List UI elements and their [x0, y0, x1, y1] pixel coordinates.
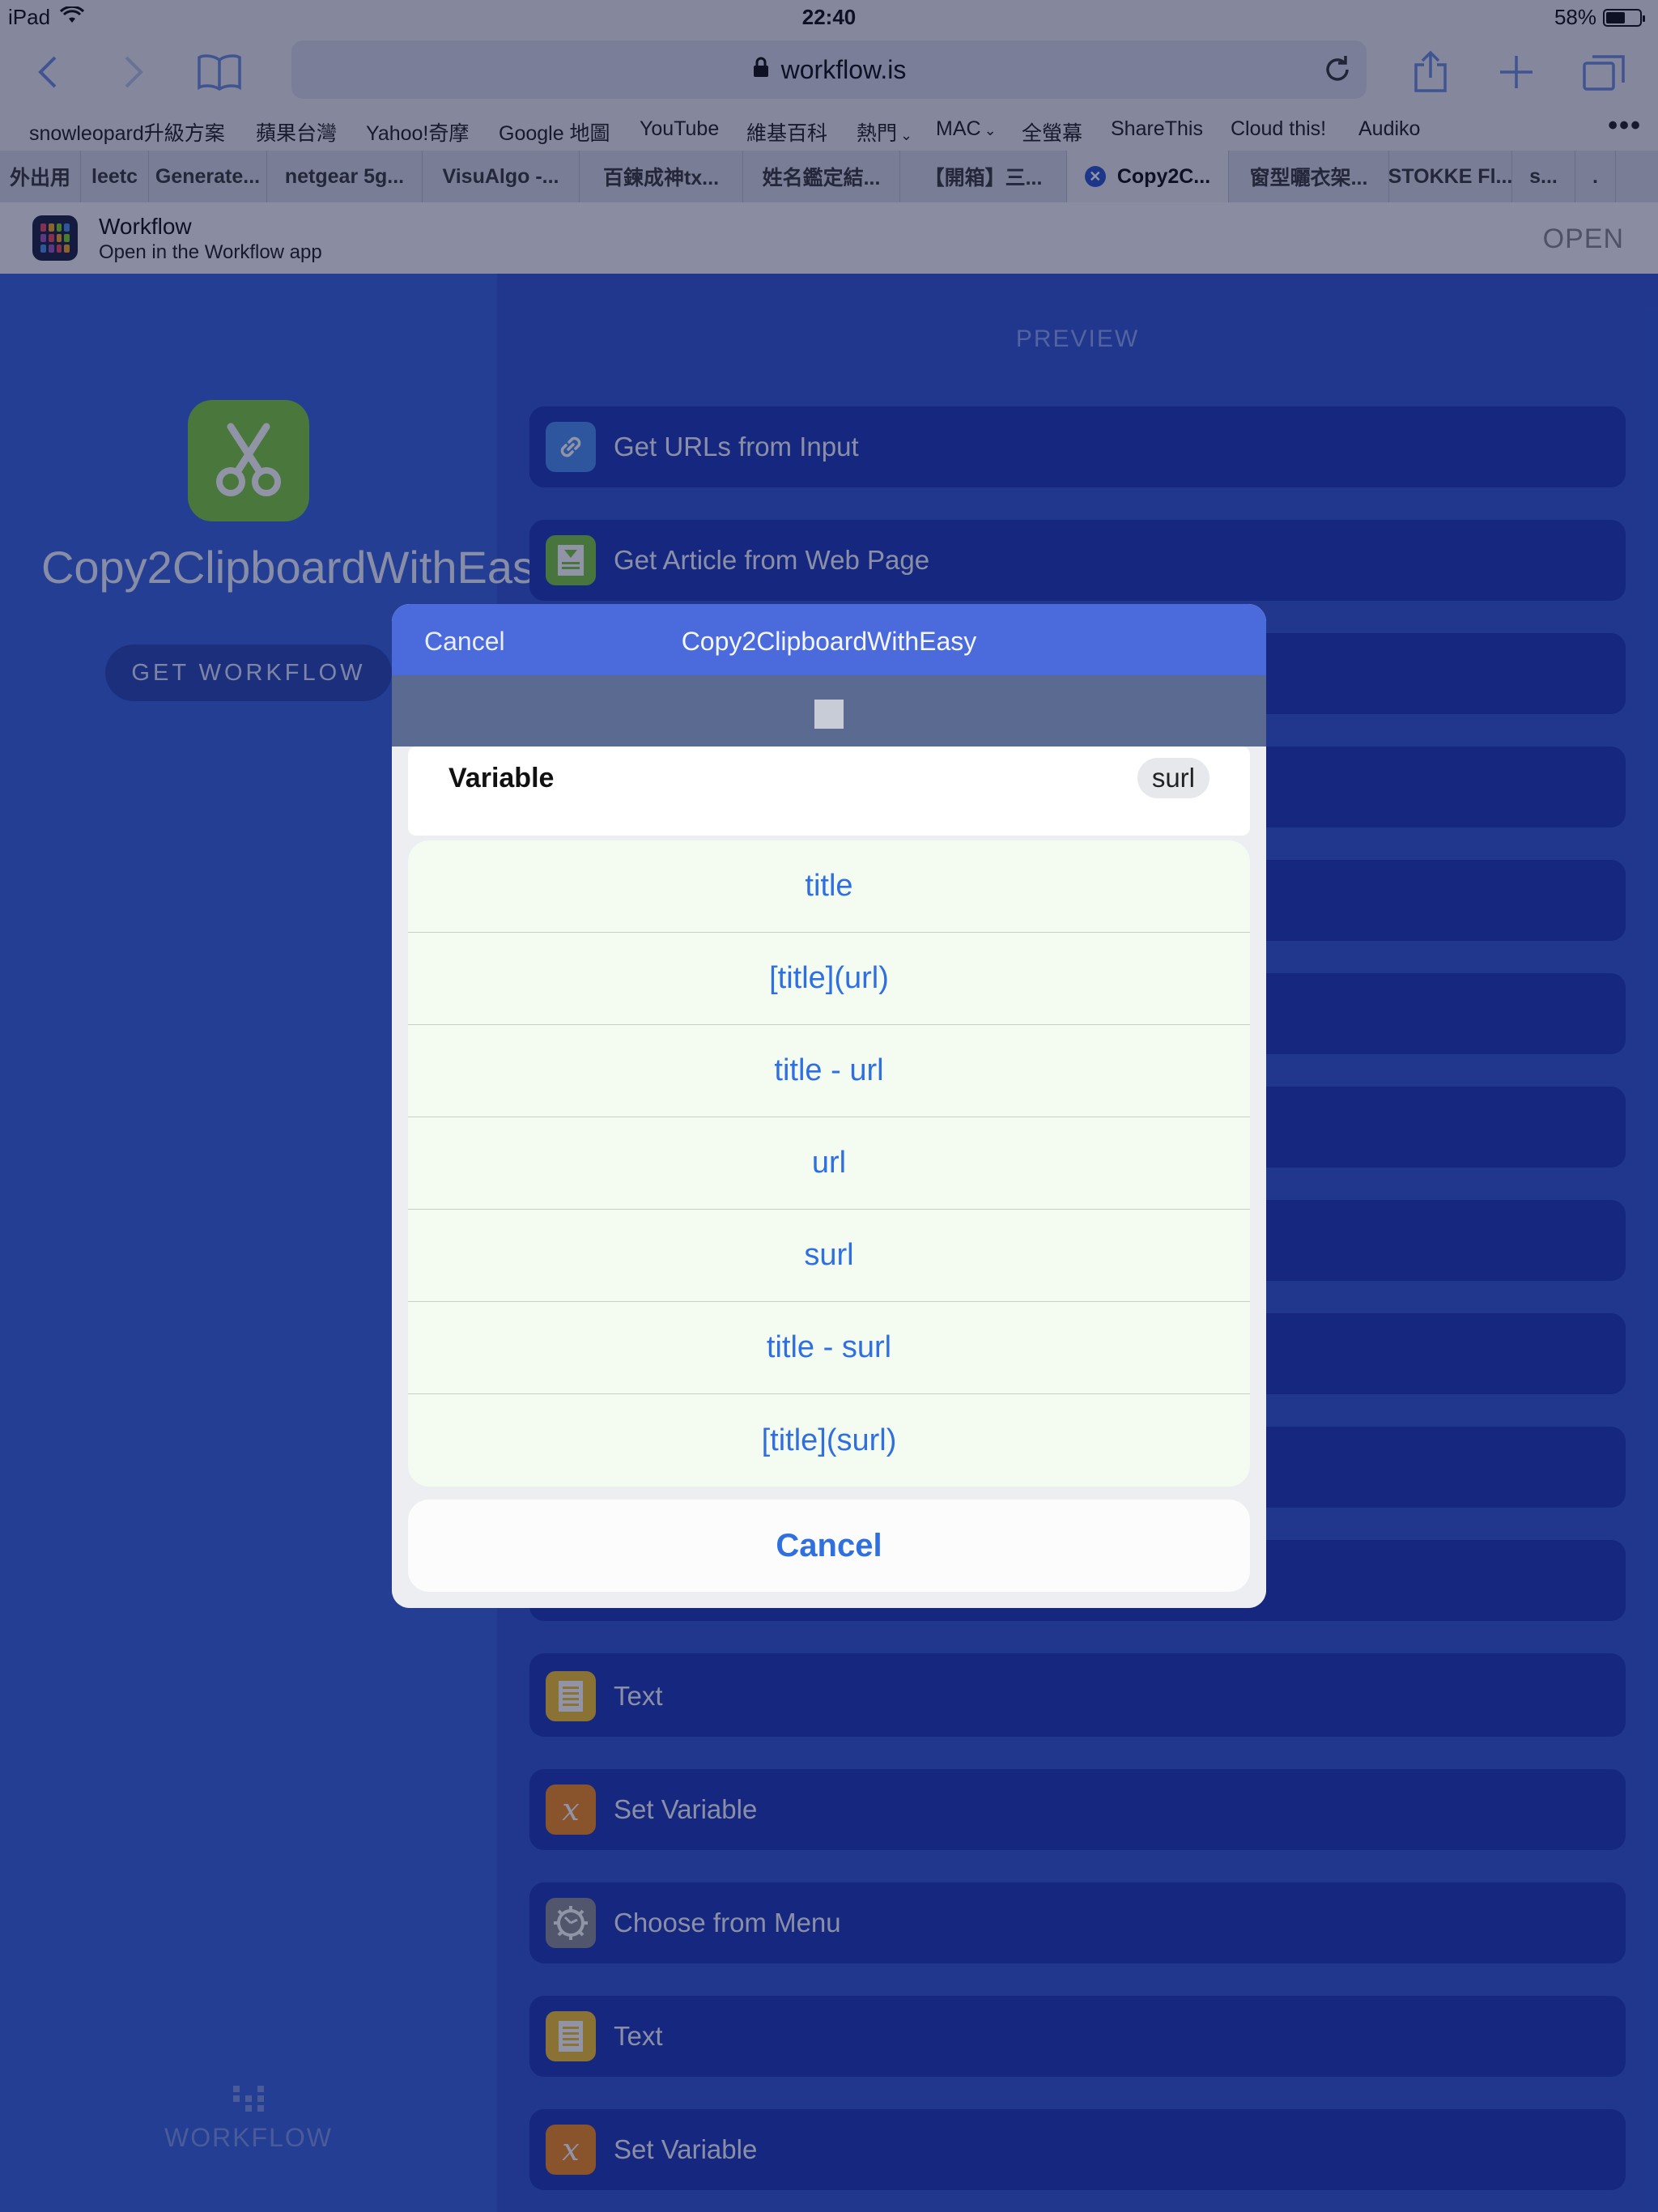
variable-token[interactable]: surl: [1137, 758, 1209, 798]
menu-option[interactable]: surl: [408, 1210, 1250, 1302]
menu-option[interactable]: [title](url): [408, 933, 1250, 1025]
menu-option[interactable]: title - surl: [408, 1302, 1250, 1394]
modal-header: Cancel Copy2ClipboardWithEasy: [392, 604, 1266, 675]
choose-menu-sheet: title [title](url) title - url url surl …: [408, 840, 1250, 1487]
menu-option[interactable]: title: [408, 840, 1250, 933]
menu-option[interactable]: [title](surl): [408, 1394, 1250, 1487]
stop-icon[interactable]: [814, 700, 844, 729]
menu-option[interactable]: title - url: [408, 1025, 1250, 1117]
menu-option[interactable]: url: [408, 1117, 1250, 1210]
modal-title: Copy2ClipboardWithEasy: [681, 627, 977, 656]
sheet-cancel-button[interactable]: Cancel: [408, 1499, 1250, 1592]
variable-label: Variable: [449, 763, 555, 793]
